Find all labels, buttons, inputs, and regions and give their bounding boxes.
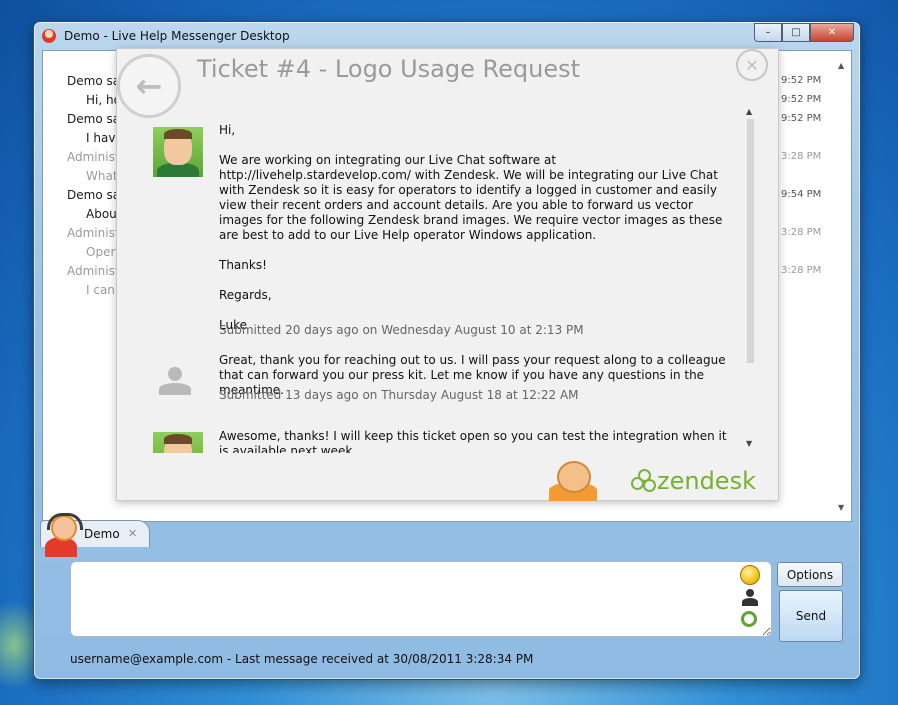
chat-message: Abou xyxy=(86,207,117,221)
chat-sender: Demo sa xyxy=(67,188,121,202)
chat-message: Administ xyxy=(67,226,120,240)
tab-label: Demo xyxy=(84,527,120,541)
close-button[interactable]: ✕ xyxy=(810,23,854,42)
minimize-button[interactable]: – xyxy=(754,23,782,42)
post-paragraph: Hi, xyxy=(219,123,236,137)
post-paragraph: Awesome, thanks! I will keep this ticket… xyxy=(219,429,727,453)
user-avatar xyxy=(153,432,203,453)
scroll-thumb[interactable] xyxy=(747,119,754,363)
chat-message: What xyxy=(86,169,118,183)
refresh-icon[interactable] xyxy=(741,611,757,627)
zendesk-mark-dot xyxy=(643,479,656,492)
chat-timestamp: 3:28 PM xyxy=(781,265,822,276)
avatar-hair xyxy=(164,129,192,139)
chat-timestamp: 9:52 PM xyxy=(781,113,822,124)
message-input[interactable] xyxy=(70,561,772,637)
post-body: Hi, We are working on integrating our Li… xyxy=(219,123,739,333)
avatar-hair xyxy=(164,434,192,444)
window-title: Demo - Live Help Messenger Desktop xyxy=(64,29,290,43)
scroll-up-icon[interactable]: ▲ xyxy=(746,107,752,116)
chat-timestamp: 3:28 PM xyxy=(781,151,822,162)
send-button[interactable]: Send xyxy=(779,590,843,642)
zendesk-mark-dot xyxy=(631,477,644,490)
post-paragraph: We are working on integrating our Live C… xyxy=(219,153,723,242)
agent-avatar-body xyxy=(159,383,191,395)
zendesk-logo: zendesk xyxy=(631,467,756,495)
chat-message: Administ xyxy=(67,150,120,164)
chat-sender: Demo sa xyxy=(67,74,121,88)
post-meta: Submitted 13 days ago on Thursday August… xyxy=(219,388,579,402)
ticket-title: Ticket #4 - Logo Usage Request xyxy=(197,55,581,83)
chat-message: Oper xyxy=(86,245,116,259)
mascot-head xyxy=(557,461,591,493)
person-icon-body xyxy=(742,598,758,606)
post-paragraph: Regards, xyxy=(219,288,272,302)
chat-message: I can xyxy=(86,283,115,297)
post-paragraph: Thanks! xyxy=(219,258,267,272)
agent-avatar xyxy=(157,367,193,403)
overlay-close-button[interactable]: ✕ xyxy=(736,49,768,81)
scroll-down-icon[interactable]: ▼ xyxy=(746,439,752,448)
headset-icon xyxy=(47,513,83,530)
chat-timestamp: 9:54 PM xyxy=(781,189,822,200)
agent-avatar-head xyxy=(168,367,182,381)
app-icon xyxy=(42,29,56,43)
title-bar[interactable]: Demo - Live Help Messenger Desktop – □ ✕ xyxy=(34,22,860,50)
post-meta: Submitted 20 days ago on Wednesday Augus… xyxy=(219,323,584,337)
chat-timestamp: 9:52 PM xyxy=(781,75,822,86)
window-controls: – □ ✕ xyxy=(754,23,854,42)
person-icon[interactable] xyxy=(742,589,758,607)
zendesk-mark-icon xyxy=(631,469,656,493)
chat-scrollbar[interactable]: ▲ ▼ xyxy=(834,51,851,521)
person-icon-head xyxy=(746,589,754,597)
chat-timestamp: 9:52 PM xyxy=(781,94,822,105)
smiley-icon[interactable] xyxy=(740,565,760,585)
chat-sender: Demo sa xyxy=(67,112,121,126)
tab-close-icon[interactable]: ✕ xyxy=(128,527,137,540)
post-body: Awesome, thanks! I will keep this ticket… xyxy=(219,429,739,453)
zendesk-wordmark: zendesk xyxy=(657,467,756,495)
status-bar: username@example.com - Last message rece… xyxy=(70,652,534,666)
options-button[interactable]: Options xyxy=(777,562,843,587)
scroll-down-icon[interactable]: ▼ xyxy=(838,503,844,512)
thread-scrollbar[interactable]: ▲ ▼ xyxy=(745,107,755,453)
operator-avatar-icon xyxy=(42,513,83,557)
mascot-icon xyxy=(545,461,601,501)
user-avatar xyxy=(153,127,203,177)
arrow-left-icon: ← xyxy=(135,67,163,105)
avatar-body xyxy=(157,163,199,177)
scroll-up-icon[interactable]: ▲ xyxy=(838,61,844,70)
ticket-overlay: ← Ticket #4 - Logo Usage Request ✕ Hi, W… xyxy=(116,48,779,501)
maximize-button[interactable]: □ xyxy=(782,23,810,42)
chat-timestamp: 3:28 PM xyxy=(781,227,822,238)
ticket-thread[interactable]: Hi, We are working on integrating our Li… xyxy=(147,107,757,453)
chat-message: Administ xyxy=(67,264,120,278)
